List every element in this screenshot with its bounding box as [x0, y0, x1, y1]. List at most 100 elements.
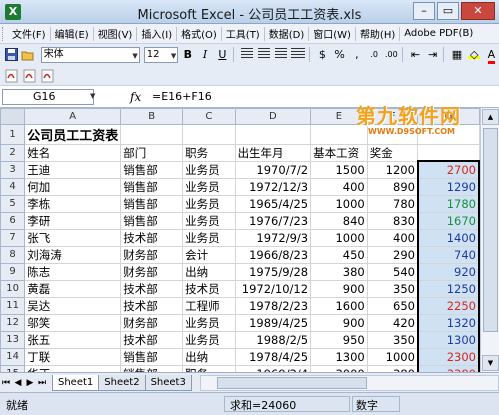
cell-F13[interactable]: 350 — [366, 330, 419, 349]
cell-C10[interactable]: 技术员 — [182, 279, 236, 298]
vertical-scroll-thumb[interactable] — [483, 128, 498, 332]
cell-E4[interactable]: 400 — [310, 177, 368, 196]
row-header[interactable]: 8 — [0, 245, 26, 264]
first-sheet-icon[interactable]: ⏮ — [0, 378, 12, 388]
cell-A5[interactable]: 李栋 — [24, 194, 122, 213]
cell-C5[interactable]: 业务员 — [182, 194, 236, 213]
decrease-decimal-button[interactable]: .00 — [384, 47, 399, 63]
scroll-up-button[interactable]: ▲ — [482, 109, 499, 125]
cell-C11[interactable]: 工程师 — [182, 296, 236, 315]
cell-D6[interactable]: 1976/7/23 — [234, 211, 312, 230]
cell-D10[interactable]: 1972/10/12 — [234, 279, 312, 298]
increase-indent-button[interactable]: ⇥ — [425, 47, 440, 63]
merge-center-button[interactable] — [291, 47, 306, 63]
tab-sheet3[interactable]: Sheet3 — [144, 374, 192, 391]
cell-C4[interactable]: 业务员 — [182, 177, 236, 196]
row-header[interactable]: 1 — [0, 123, 26, 145]
row-header[interactable]: 4 — [0, 177, 26, 196]
comma-button[interactable]: , — [349, 47, 364, 63]
column-header[interactable]: B — [120, 108, 184, 125]
cell-D3[interactable]: 1970/7/2 — [234, 160, 312, 179]
cell-E5[interactable]: 1000 — [310, 194, 368, 213]
row-header[interactable]: 2 — [0, 143, 26, 162]
row-header[interactable]: 11 — [0, 296, 26, 315]
cell-C8[interactable]: 会计 — [182, 245, 236, 264]
menu-format[interactable]: 格式(O) — [177, 26, 221, 41]
cell-E8[interactable]: 450 — [310, 245, 368, 264]
cell-F4[interactable]: 890 — [366, 177, 419, 196]
cell-B8[interactable]: 财务部 — [120, 245, 184, 264]
column-header[interactable]: D — [234, 108, 312, 125]
font-color-button[interactable]: A — [484, 47, 499, 64]
cell-G14[interactable]: 2300 — [416, 347, 480, 366]
cell-G11[interactable]: 2250 — [416, 296, 480, 315]
cell-G8[interactable]: 740 — [416, 245, 480, 264]
cell-B1[interactable] — [120, 123, 184, 145]
last-sheet-icon[interactable]: ⏭ — [36, 378, 48, 388]
cell-F6[interactable]: 830 — [366, 211, 419, 230]
cell-B6[interactable]: 销售部 — [120, 211, 184, 230]
currency-button[interactable]: $ — [315, 47, 330, 63]
row-header[interactable]: 5 — [0, 194, 26, 213]
cell-F15[interactable]: 380 — [366, 364, 419, 372]
cell-B3[interactable]: 销售部 — [120, 160, 184, 179]
cell-B15[interactable]: 销售部 — [120, 364, 184, 372]
column-header[interactable]: C — [182, 108, 236, 125]
cell-B2[interactable]: 部门 — [120, 143, 184, 162]
pdf-convert-icon[interactable] — [4, 68, 20, 84]
formula-input[interactable]: =E16+F16 — [152, 90, 212, 103]
cell-D4[interactable]: 1972/12/3 — [234, 177, 312, 196]
cell-G3[interactable]: 2700 — [416, 160, 480, 179]
cell-D11[interactable]: 1978/2/23 — [234, 296, 312, 315]
cell-A1[interactable]: 公司员工工资表 — [24, 123, 122, 145]
cell-F11[interactable]: 650 — [366, 296, 419, 315]
maximize-button[interactable]: ▭ — [437, 2, 459, 20]
cell-B14[interactable]: 销售部 — [120, 347, 184, 366]
cell-B7[interactable]: 技术部 — [120, 228, 184, 247]
font-name-select[interactable]: 宋体 ▼ — [40, 46, 140, 63]
fill-color-button[interactable]: ◇ — [467, 47, 482, 63]
menu-grip-icon[interactable] — [2, 26, 5, 41]
row-header[interactable]: 15 — [0, 364, 26, 372]
close-button[interactable]: ✕ — [461, 2, 495, 20]
menu-help[interactable]: 帮助(H) — [356, 26, 399, 41]
cell-B12[interactable]: 财务部 — [120, 313, 184, 332]
tab-sheet2[interactable]: Sheet2 — [98, 374, 146, 391]
cell-G9[interactable]: 920 — [416, 262, 480, 281]
cell-D5[interactable]: 1965/4/25 — [234, 194, 312, 213]
cell-E10[interactable]: 900 — [310, 279, 368, 298]
cell-B9[interactable]: 财务部 — [120, 262, 184, 281]
cell-A15[interactable]: 华正 — [24, 364, 122, 372]
cell-A13[interactable]: 张五 — [24, 330, 122, 349]
cell-E9[interactable]: 380 — [310, 262, 368, 281]
cell-E6[interactable]: 840 — [310, 211, 368, 230]
cell-F12[interactable]: 420 — [366, 313, 419, 332]
cell-A14[interactable]: 丁联 — [24, 347, 122, 366]
cell-E13[interactable]: 950 — [310, 330, 368, 349]
align-left-button[interactable] — [239, 47, 254, 63]
minimize-button[interactable]: – — [413, 2, 435, 20]
cell-F10[interactable]: 350 — [366, 279, 419, 298]
cell-D13[interactable]: 1988/2/5 — [234, 330, 312, 349]
cell-D1[interactable] — [234, 123, 312, 145]
cell-G10[interactable]: 1250 — [416, 279, 480, 298]
cell-C14[interactable]: 出纳 — [182, 347, 236, 366]
pdf-review-icon[interactable] — [40, 68, 56, 84]
cell-C2[interactable]: 职务 — [182, 143, 236, 162]
cell-F3[interactable]: 1200 — [366, 160, 419, 179]
scroll-down-button[interactable]: ▼ — [482, 355, 499, 371]
save-icon[interactable] — [4, 47, 18, 63]
cell-E2[interactable]: 基本工资 — [310, 143, 368, 162]
menu-view[interactable]: 视图(V) — [94, 26, 137, 41]
cell-B13[interactable]: 技术部 — [120, 330, 184, 349]
open-icon[interactable] — [20, 47, 34, 63]
cell-E7[interactable]: 1000 — [310, 228, 368, 247]
row-header[interactable]: 10 — [0, 279, 26, 298]
cell-E15[interactable]: 3000 — [310, 364, 368, 372]
cell-F7[interactable]: 400 — [366, 228, 419, 247]
bold-button[interactable]: B — [180, 47, 195, 63]
insert-function-icon[interactable]: fx — [130, 90, 141, 104]
cell-B4[interactable]: 销售部 — [120, 177, 184, 196]
cell-C1[interactable] — [182, 123, 236, 145]
cell-G4[interactable]: 1290 — [416, 177, 480, 196]
